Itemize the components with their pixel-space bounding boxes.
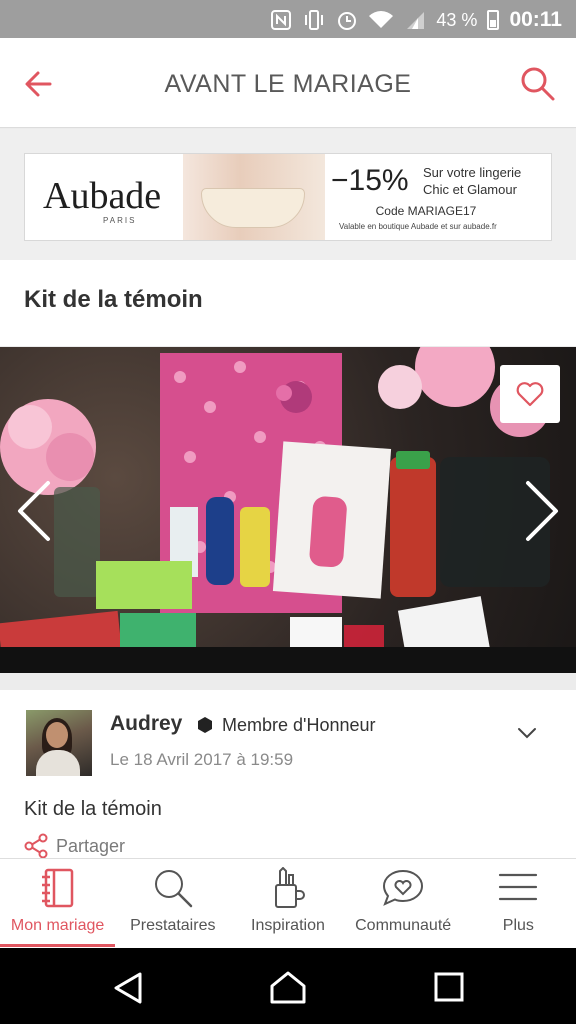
menu-icon xyxy=(499,873,538,901)
vibrate-icon xyxy=(305,10,324,30)
battery-percent: 43 % xyxy=(436,9,478,30)
ad-tagline-line-1: Sur votre lingerie xyxy=(423,165,522,180)
nav-label-plus: Plus xyxy=(502,917,534,934)
nav-prestataires[interactable]: Prestataires xyxy=(115,859,230,949)
wifi-icon xyxy=(369,11,394,28)
nav-mon-mariage[interactable]: Mon mariage xyxy=(0,859,116,949)
lingerie-image xyxy=(201,188,305,228)
nav-plus[interactable]: Plus xyxy=(461,859,576,949)
avatar-face xyxy=(46,722,68,748)
status-icons: 43 % 00:11 xyxy=(270,6,562,34)
ad-tagline: Sur votre lingerie Chic et Glamour xyxy=(423,164,543,198)
system-home-icon[interactable] xyxy=(268,970,308,1006)
alarm-icon xyxy=(338,12,357,30)
bottom-nav: Mon mariage Prestataires Inspiration Com… xyxy=(0,858,576,948)
photo-illustration xyxy=(0,347,576,673)
post-photo[interactable] xyxy=(0,347,576,673)
page-title: AVANT LE MARIAGE xyxy=(164,70,412,98)
post-date: Le 18 Avril 2017 à 19:59 xyxy=(110,750,294,769)
share-icon xyxy=(24,833,48,859)
ad-brand: Aubade xyxy=(43,175,162,217)
notebook-icon xyxy=(41,868,73,908)
nav-label-mon-mariage: Mon mariage xyxy=(10,917,105,934)
status-bar: 43 % 00:11 xyxy=(0,0,576,38)
pencil-cup-icon xyxy=(274,867,305,908)
share-label: Partager xyxy=(56,835,126,856)
ad-fine-print: Valable en boutique Aubade et sur aubade… xyxy=(339,222,497,231)
post-title-section: Kit de la témoin xyxy=(0,260,576,346)
nav-label-inspiration: Inspiration xyxy=(251,917,325,934)
screen: 43 % 00:11 AVANT LE MARIAGE Aubade PARIS… xyxy=(0,0,576,1024)
favorite-button[interactable] xyxy=(500,365,560,423)
ad-photo xyxy=(183,154,325,240)
ad-banner[interactable]: Aubade PARIS −15% Sur votre lingerie Chi… xyxy=(24,153,552,241)
chat-heart-icon xyxy=(383,869,424,906)
nav-label-prestataires: Prestataires xyxy=(130,917,216,934)
nav-inspiration[interactable]: Inspiration xyxy=(230,859,345,949)
member-badge-icon xyxy=(198,717,212,733)
post-title: Kit de la témoin xyxy=(24,286,203,313)
system-recents-icon[interactable] xyxy=(432,970,466,1004)
ad-tagline-line-2: Chic et Glamour xyxy=(423,182,517,197)
ad-brand-sub: PARIS xyxy=(103,216,137,225)
search-icon xyxy=(154,870,193,908)
system-nav-bar xyxy=(0,948,576,1024)
avatar-body xyxy=(36,750,80,776)
ad-discount: −15% xyxy=(331,164,409,197)
post-body: Kit de la témoin xyxy=(24,798,162,820)
clock: 00:11 xyxy=(509,8,562,31)
share-button[interactable]: Partager xyxy=(24,833,125,859)
chevron-down-icon[interactable] xyxy=(516,726,538,740)
post-card: Audrey Membre d'Honneur Le 18 Avril 2017… xyxy=(0,690,576,859)
search-icon[interactable] xyxy=(518,64,558,104)
next-photo-icon[interactable] xyxy=(522,479,562,543)
signal-icon xyxy=(407,12,425,29)
member-rank: Membre d'Honneur xyxy=(222,715,376,735)
ad-banner-area: Aubade PARIS −15% Sur votre lingerie Chi… xyxy=(0,129,576,260)
heart-icon xyxy=(516,382,544,407)
nav-label-communaute: Communauté xyxy=(355,917,452,934)
battery-icon xyxy=(487,10,500,30)
author-name[interactable]: Audrey xyxy=(110,712,182,736)
nav-communaute[interactable]: Communauté xyxy=(346,859,461,949)
ad-code: Code MARIAGE17 xyxy=(375,204,477,218)
previous-photo-icon[interactable] xyxy=(14,479,54,543)
system-back-icon[interactable] xyxy=(110,970,146,1006)
nfc-icon xyxy=(271,10,292,30)
app-bar: AVANT LE MARIAGE xyxy=(0,38,576,128)
avatar[interactable] xyxy=(26,710,92,776)
